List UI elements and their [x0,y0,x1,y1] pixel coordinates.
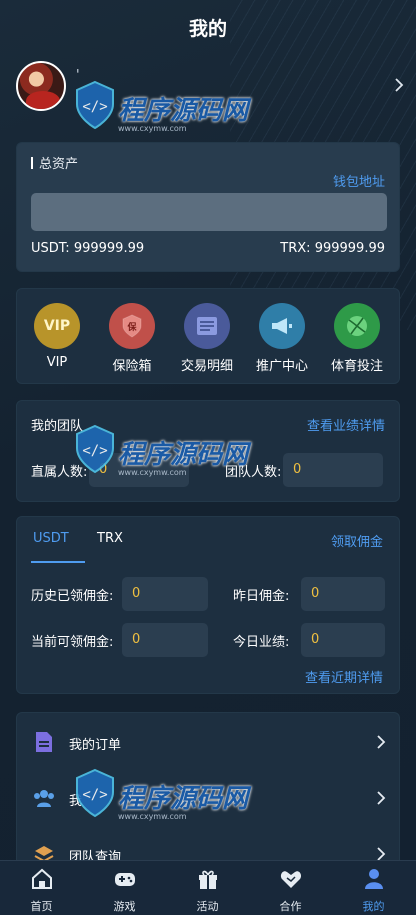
chevron-right-icon[interactable] [392,78,406,92]
quick-safe[interactable]: 保 保险箱 [96,303,168,374]
home-icon [31,868,52,889]
vip-icon: VIP [34,303,80,349]
nav-mine[interactable]: 我的 [332,867,415,914]
gamepad-icon [114,873,135,886]
svg-text:保: 保 [126,321,137,333]
svg-text:</>: </> [82,99,107,115]
watermark-logo: </> 程序源码网 www.cxymw.com [74,768,274,828]
current-commission-label: 当前可领佣金: [31,635,114,650]
document-icon [36,732,52,752]
performance-detail-link[interactable]: 查看业绩详情 [307,415,385,434]
watermark-logo: </> 程序源码网 www.cxymw.com [74,424,274,484]
tab-trx[interactable]: TRX [97,531,123,546]
team-count-field: 0 [283,453,383,487]
today-performance-label: 今日业绩: [233,635,290,650]
chevron-right-icon [377,791,386,805]
trx-balance: TRX: 999999.99 [280,241,385,256]
quick-promotion[interactable]: 推广中心 [246,303,318,374]
bottom-nav: 首页 游戏 活动 合作 我的 [0,860,416,915]
watermark-logo: </> 程序源码网 www.cxymw.com [74,80,274,140]
user-icon [364,869,383,889]
yesterday-commission-field: 0 [301,577,385,611]
gift-icon [198,870,217,889]
chevron-right-icon [377,735,386,749]
quick-sports[interactable]: 体育投注 [321,303,393,374]
nav-activity[interactable]: 活动 [166,867,249,914]
today-performance-field: 0 [301,623,385,657]
shield-logo-icon: </> [76,768,114,818]
transaction-icon [184,303,230,349]
shield-logo-icon: </> [76,424,114,474]
total-assets-card: 总资产 钱包地址 USDT: 999999.99 TRX: 999999.99 [16,142,400,272]
total-assets-label: 总资产 [31,153,78,172]
current-commission-field: 0 [122,623,208,657]
tab-usdt[interactable]: USDT [33,531,69,546]
history-commission-label: 历史已领佣金: [31,589,114,604]
safe-icon: 保 [109,303,155,349]
quick-actions: VIP VIP 保 保险箱 交易明细 推广中心 体育投注 [16,288,400,384]
shield-logo-icon: </> [76,80,114,130]
usdt-balance: USDT: 999999.99 [31,241,145,256]
avatar[interactable] [16,61,66,111]
sports-ball-icon [334,303,380,349]
svg-text:</>: </> [82,443,107,459]
menu-item-orders[interactable]: 我的订单 [17,715,401,771]
nav-games[interactable]: 游戏 [83,867,166,914]
quick-transactions[interactable]: 交易明细 [171,303,243,374]
quick-vip[interactable]: VIP VIP [21,303,93,370]
commission-card: USDT TRX 领取佣金 历史已领佣金: 0 昨日佣金: 0 当前可领佣金: … [16,516,400,694]
wallet-address-field [31,193,387,231]
page-title: 我的 [188,18,227,40]
svg-text:</>: </> [82,787,107,803]
users-icon [34,790,54,807]
wallet-address-link[interactable]: 钱包地址 [333,171,385,190]
megaphone-icon [259,303,305,349]
handshake-icon [280,871,301,888]
chevron-right-icon [377,847,386,861]
nav-cooperation[interactable]: 合作 [249,867,332,914]
yesterday-commission-label: 昨日佣金: [233,589,290,604]
recent-detail-link[interactable]: 查看近期详情 [305,667,383,686]
active-tab-indicator [31,561,85,563]
claim-commission-link[interactable]: 领取佣金 [331,531,383,550]
history-commission-field: 0 [122,577,208,611]
nav-home[interactable]: 首页 [0,867,83,914]
